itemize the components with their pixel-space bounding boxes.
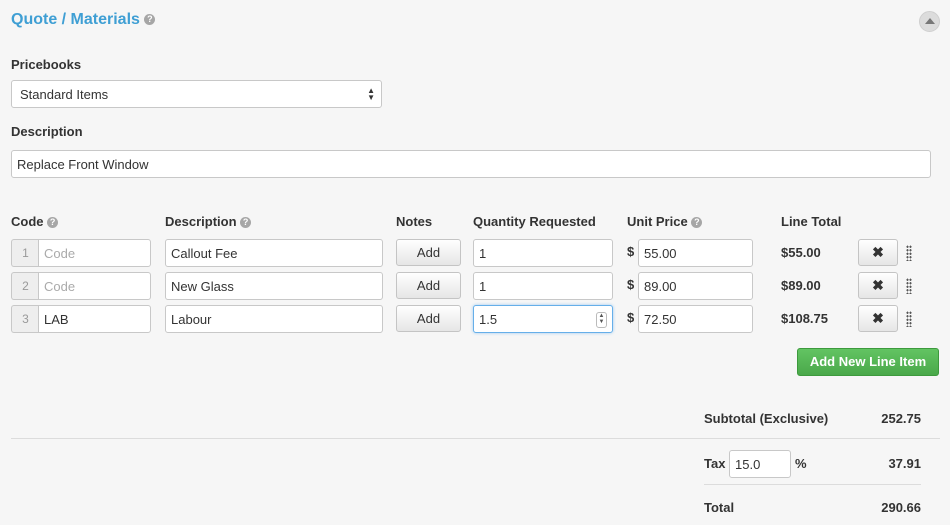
quantity-input[interactable]: 1: [473, 272, 613, 300]
collapse-icon[interactable]: [919, 11, 940, 32]
tax-label: Tax: [704, 456, 726, 471]
help-icon[interactable]: ?: [691, 217, 703, 229]
line-item-row: 3 LAB Labour Add 1.5 ▲ ▼ $ 72.50 $108.75 …: [0, 305, 950, 333]
row-index: 2: [11, 272, 39, 300]
line-item-row: 2 Code New Glass Add 1 $ 89.00 $89.00 ✖: [0, 272, 950, 300]
tax-rate-input[interactable]: 15.0: [729, 450, 791, 478]
tax-value: 37.91: [888, 456, 921, 471]
delete-icon[interactable]: ✖: [858, 305, 898, 332]
add-notes-button[interactable]: Add: [396, 305, 461, 332]
drag-handle-icon[interactable]: [906, 278, 912, 294]
row-index: 3: [11, 305, 39, 333]
code-placeholder: Code: [44, 279, 76, 294]
drag-handle-icon[interactable]: [906, 245, 912, 261]
description-label: Description: [11, 124, 83, 139]
pricebooks-label: Pricebooks: [11, 57, 82, 72]
pricebooks-selected: Standard Items: [20, 87, 109, 102]
description-input[interactable]: Replace Front Window: [11, 150, 931, 178]
code-input[interactable]: Code: [38, 272, 151, 300]
add-notes-button[interactable]: Add: [396, 272, 461, 299]
unit-price-input[interactable]: 89.00: [638, 272, 753, 300]
help-icon[interactable]: ?: [47, 217, 59, 229]
unit-price-input[interactable]: 55.00: [638, 239, 753, 267]
unit-price-header-text: Unit Price: [627, 214, 688, 229]
pricebooks-select[interactable]: Standard Items ▲ ▼: [11, 80, 382, 108]
currency-symbol: $: [627, 277, 635, 292]
line-total: $89.00: [781, 278, 821, 293]
quantity-value: 1.5: [479, 312, 498, 327]
total-label: Total: [704, 500, 735, 515]
spinner-icon[interactable]: ▲ ▼: [596, 312, 607, 328]
line-description-input[interactable]: New Glass: [165, 272, 383, 300]
tax-unit: %: [795, 456, 807, 471]
quantity-input[interactable]: 1: [473, 239, 613, 267]
delete-icon[interactable]: ✖: [858, 239, 898, 266]
subtotal-label: Subtotal (Exclusive): [704, 411, 829, 426]
section-title-text: Quote / Materials: [11, 11, 140, 28]
totals-divider: [11, 438, 940, 439]
line-total: $55.00: [781, 245, 821, 260]
total-value: 290.66: [881, 500, 921, 515]
line-total-header: Line Total: [781, 214, 842, 229]
unit-price-input[interactable]: 72.50: [638, 305, 753, 333]
line-total: $108.75: [781, 311, 828, 326]
line-item-row: 1 Code Callout Fee Add 1 $ 55.00 $55.00 …: [0, 239, 950, 267]
code-input[interactable]: Code: [38, 239, 151, 267]
delete-icon[interactable]: ✖: [858, 272, 898, 299]
help-icon[interactable]: ?: [144, 14, 156, 26]
drag-handle-icon[interactable]: [906, 311, 912, 327]
tax-divider: [704, 484, 921, 485]
unit-price-header: Unit Price ?: [627, 214, 703, 229]
line-description-input[interactable]: Labour: [165, 305, 383, 333]
code-header: Code ?: [11, 214, 59, 229]
row-index: 1: [11, 239, 39, 267]
description-header: Description ?: [165, 214, 252, 229]
code-placeholder: Code: [44, 246, 76, 261]
subtotal-value: 252.75: [881, 411, 921, 426]
code-input[interactable]: LAB: [38, 305, 151, 333]
add-notes-button[interactable]: Add: [396, 239, 461, 266]
section-title: Quote / Materials ?: [11, 11, 156, 29]
code-header-text: Code: [11, 214, 44, 229]
select-arrows-icon: ▲ ▼: [367, 86, 375, 102]
line-description-input[interactable]: Callout Fee: [165, 239, 383, 267]
add-line-item-button[interactable]: Add New Line Item: [797, 348, 939, 376]
quantity-header: Quantity Requested: [473, 214, 596, 229]
help-icon[interactable]: ?: [240, 217, 252, 229]
description-header-text: Description: [165, 214, 237, 229]
currency-symbol: $: [627, 310, 635, 325]
currency-symbol: $: [627, 244, 635, 259]
quantity-input[interactable]: 1.5 ▲ ▼: [473, 305, 613, 333]
notes-header: Notes: [396, 214, 433, 229]
